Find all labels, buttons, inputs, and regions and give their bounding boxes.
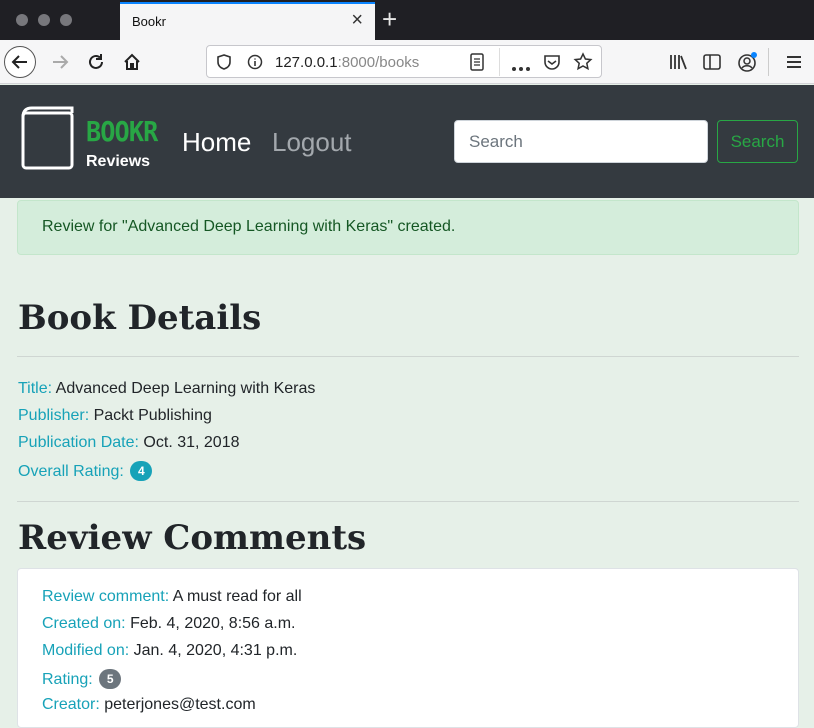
- search-button[interactable]: Search: [717, 120, 798, 163]
- reader-view-icon[interactable]: [469, 53, 485, 76]
- reload-icon[interactable]: [80, 46, 112, 78]
- sidebar-icon[interactable]: [698, 46, 726, 78]
- book-title-value: Advanced Deep Learning with Keras: [55, 380, 316, 397]
- url-text[interactable]: 127.0.0.1:8000/books: [275, 54, 435, 71]
- review-comment-field: Review comment: A must read for all: [42, 588, 302, 606]
- alert-message: Review for "Advanced Deep Learning with …: [42, 218, 456, 235]
- book-pubdate-value: Oct. 31, 2018: [143, 434, 240, 451]
- divider: [17, 356, 799, 357]
- brand-name[interactable]: BOOKR: [86, 115, 158, 148]
- account-icon[interactable]: [734, 46, 762, 78]
- url-divider: [499, 48, 500, 76]
- browser-tab[interactable]: Bookr ×: [120, 2, 375, 40]
- book-pubdate-field: Publication Date: Oct. 31, 2018: [18, 434, 239, 452]
- back-icon[interactable]: [4, 46, 36, 78]
- review-creator-field: Creator: peterjones@test.com: [42, 696, 256, 714]
- library-icon[interactable]: [664, 46, 692, 78]
- review-modified-value: Jan. 4, 2020, 4:31 p.m.: [133, 642, 298, 659]
- search-input[interactable]: [454, 120, 708, 163]
- url-path: :8000/books: [337, 54, 420, 71]
- review-comment-label: Review comment:: [42, 588, 170, 605]
- bookmark-star-icon[interactable]: [573, 52, 593, 77]
- rating-badge: 4: [130, 461, 153, 481]
- nav-home-link[interactable]: Home: [182, 127, 251, 158]
- book-title-field: Title: Advanced Deep Learning with Keras: [18, 380, 315, 398]
- page-actions-icon[interactable]: [511, 59, 531, 77]
- minimize-window-icon[interactable]: [38, 14, 50, 26]
- book-rating-field: Overall Rating: 4: [18, 461, 153, 481]
- brand-subtitle: Reviews: [86, 153, 151, 170]
- nav-logout-link[interactable]: Logout: [272, 127, 352, 158]
- book-title-label: Title:: [18, 380, 53, 397]
- review-rating-label: Rating:: [42, 671, 93, 688]
- browser-tab-bar: Bookr × +: [0, 0, 814, 40]
- book-publisher-label: Publisher:: [18, 407, 90, 424]
- home-icon[interactable]: [116, 46, 148, 78]
- review-creator-value: peterjones@test.com: [104, 696, 256, 713]
- divider: [17, 501, 799, 502]
- review-modified-field: Modified on: Jan. 4, 2020, 4:31 p.m.: [42, 642, 297, 660]
- review-created-label: Created on:: [42, 615, 126, 632]
- book-logo-icon[interactable]: [20, 105, 75, 171]
- maximize-window-icon[interactable]: [60, 14, 72, 26]
- review-comment-value: A must read for all: [172, 588, 302, 605]
- shield-icon[interactable]: [217, 54, 231, 75]
- hamburger-menu-icon[interactable]: [780, 46, 808, 78]
- app-navbar: BOOKR Reviews Home Logout Search: [0, 85, 814, 198]
- book-publisher-field: Publisher: Packt Publishing: [18, 407, 212, 425]
- info-icon[interactable]: [247, 54, 263, 75]
- url-host: 127.0.0.1: [275, 54, 338, 71]
- review-card: Review comment: A must read for all Crea…: [17, 568, 799, 728]
- book-pubdate-label: Publication Date:: [18, 434, 139, 451]
- review-rating-field: Rating: 5: [42, 669, 122, 689]
- review-creator-label: Creator:: [42, 696, 100, 713]
- book-publisher-value: Packt Publishing: [93, 407, 212, 424]
- review-modified-label: Modified on:: [42, 642, 130, 659]
- book-details-heading: Book Details: [18, 298, 262, 338]
- review-created-value: Feb. 4, 2020, 8:56 a.m.: [130, 615, 296, 632]
- browser-toolbar: 127.0.0.1:8000/books: [0, 40, 814, 84]
- close-tab-icon[interactable]: ×: [351, 10, 363, 30]
- success-alert: Review for "Advanced Deep Learning with …: [17, 200, 799, 255]
- toolbar-divider: [768, 48, 769, 76]
- review-created-field: Created on: Feb. 4, 2020, 8:56 a.m.: [42, 615, 296, 633]
- pocket-icon[interactable]: [543, 53, 561, 76]
- rating-badge: 5: [99, 669, 122, 689]
- forward-icon[interactable]: [44, 46, 76, 78]
- close-window-icon[interactable]: [16, 14, 28, 26]
- tab-title: Bookr: [132, 14, 166, 29]
- address-bar[interactable]: 127.0.0.1:8000/books: [206, 45, 602, 78]
- book-rating-label: Overall Rating:: [18, 463, 124, 480]
- review-comments-heading: Review Comments: [18, 518, 367, 558]
- new-tab-icon[interactable]: +: [382, 6, 397, 32]
